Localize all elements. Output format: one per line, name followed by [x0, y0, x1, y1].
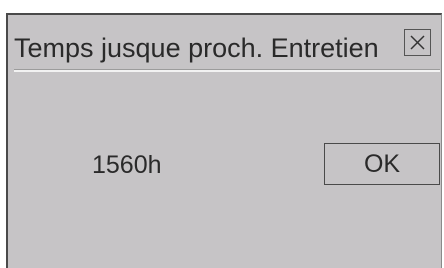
title-divider — [14, 69, 440, 72]
maintenance-dialog: Temps jusque proch. Entretien 1560h OK — [6, 13, 442, 268]
ok-button[interactable]: OK — [324, 143, 440, 185]
time-until-maintenance-value: 1560h — [92, 151, 162, 179]
dialog-title: Temps jusque proch. Entretien — [14, 33, 379, 63]
close-icon — [410, 35, 425, 50]
close-button[interactable] — [404, 29, 431, 56]
